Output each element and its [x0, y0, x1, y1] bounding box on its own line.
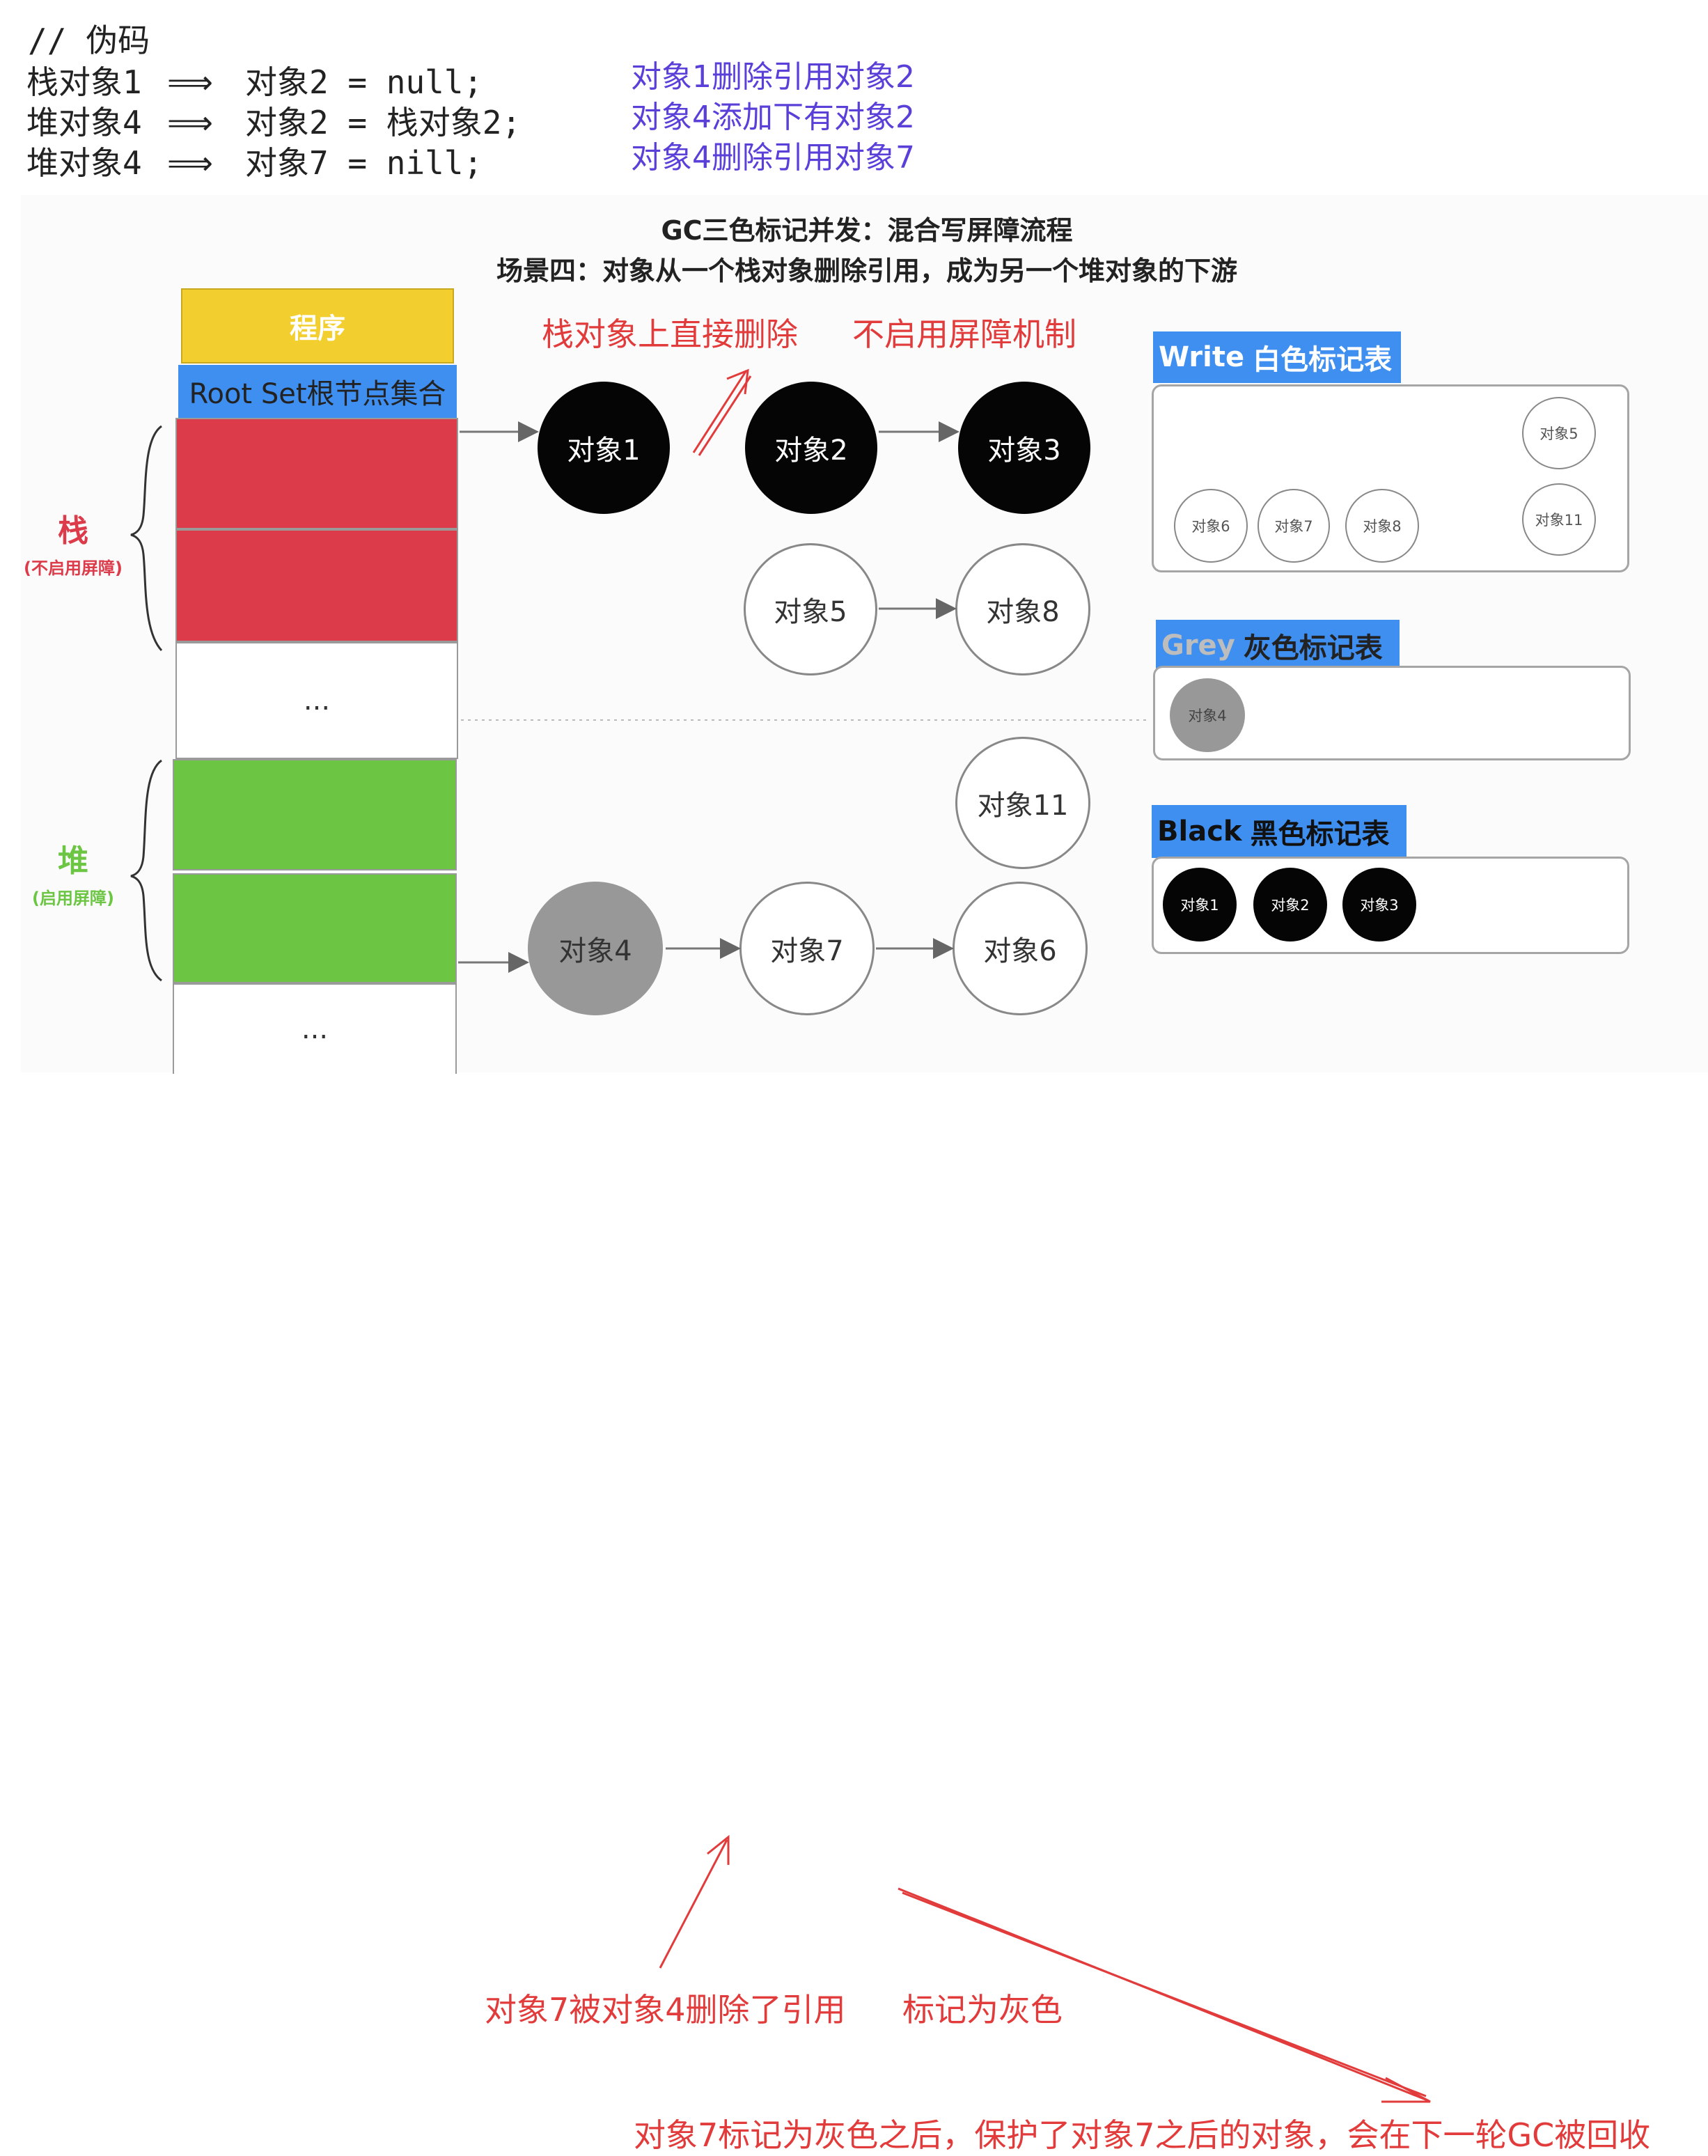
red-arrow-bottom-right — [898, 1887, 1431, 2103]
stack-brace — [130, 425, 163, 652]
heap-brace — [130, 759, 162, 982]
connectors-layer — [130, 368, 1431, 2103]
red-arrow-top — [692, 368, 752, 456]
red-arrow-bottom-left — [659, 1834, 730, 1969]
